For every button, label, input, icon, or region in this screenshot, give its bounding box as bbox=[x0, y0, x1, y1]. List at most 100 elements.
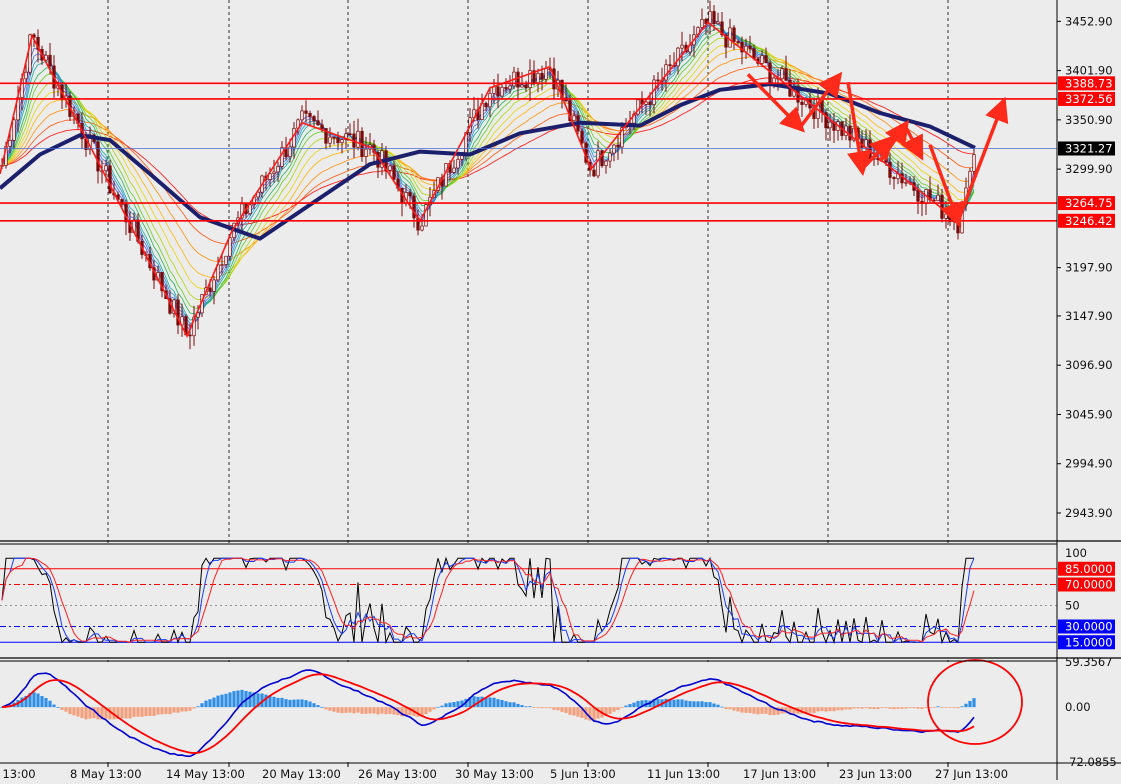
macd-histogram-bar bbox=[716, 704, 720, 708]
macd-histogram-bar bbox=[856, 707, 860, 709]
macd-histogram-bar bbox=[232, 691, 236, 708]
macd-histogram-bar bbox=[492, 697, 496, 708]
macd-histogram-bar bbox=[140, 707, 144, 717]
macd-histogram-bar bbox=[164, 707, 168, 715]
macd-histogram-bar bbox=[724, 707, 728, 710]
level-label: 3246.42 bbox=[1065, 214, 1113, 228]
macd-histogram-bar bbox=[40, 696, 44, 708]
macd-histogram-bar bbox=[172, 707, 176, 713]
macd-histogram-bar bbox=[480, 696, 484, 708]
level-label: 3264.75 bbox=[1065, 196, 1113, 210]
candle-body bbox=[888, 161, 892, 178]
candle-body bbox=[848, 125, 852, 141]
chart-svg[interactable]: 3452.903401.903350.903299.903197.903147.… bbox=[0, 0, 1121, 781]
macd-histogram-bar bbox=[212, 697, 216, 708]
macd-histogram-bar bbox=[504, 701, 508, 708]
candle-body bbox=[340, 139, 344, 144]
macd-histogram-bar bbox=[156, 707, 160, 715]
macd-histogram-bar bbox=[808, 707, 812, 713]
candle-body bbox=[108, 165, 112, 194]
macd-histogram-bar bbox=[344, 707, 348, 713]
macd-histogram-bar bbox=[360, 707, 364, 714]
macd-histogram-bar bbox=[80, 707, 84, 719]
macd-histogram-bar bbox=[940, 707, 944, 708]
macd-histogram-bar bbox=[364, 707, 368, 714]
macd-histogram-bar bbox=[756, 707, 760, 715]
macd-histogram-bar bbox=[568, 707, 572, 715]
macd-histogram-bar bbox=[36, 693, 40, 708]
macd-histogram-bar bbox=[184, 707, 188, 712]
macd-histogram-bar bbox=[52, 704, 56, 708]
candle-body bbox=[48, 54, 52, 67]
time-tick-label: 27 Jun 13:00 bbox=[935, 767, 1008, 780]
macd-histogram-bar bbox=[228, 692, 232, 708]
macd-histogram-bar bbox=[124, 707, 128, 719]
stoch-tick-label: 50 bbox=[1065, 599, 1080, 613]
time-tick-label: 17 Jun 13:00 bbox=[743, 767, 816, 780]
candle-body bbox=[648, 101, 652, 105]
macd-histogram-bar bbox=[272, 696, 276, 708]
macd-histogram-bar bbox=[328, 707, 332, 711]
level-label: 3321.27 bbox=[1065, 141, 1113, 155]
candle-body bbox=[732, 27, 736, 42]
candle-body bbox=[972, 154, 976, 172]
trading-chart[interactable]: 3452.90 3401.90 3350.90 3299.90 3197.90 3147.… bbox=[0, 0, 1121, 781]
candle-body bbox=[764, 55, 768, 64]
macd-histogram-bar bbox=[860, 707, 864, 709]
macd-histogram-bar bbox=[828, 707, 832, 712]
macd-histogram-bar bbox=[220, 694, 224, 708]
candle-body bbox=[308, 113, 312, 117]
macd-histogram-bar bbox=[288, 699, 292, 708]
candle-body bbox=[348, 133, 352, 136]
candle-body bbox=[228, 237, 232, 257]
macd-panel bbox=[0, 659, 1057, 762]
candle-body bbox=[220, 264, 224, 266]
macd-histogram-bar bbox=[744, 707, 748, 713]
macd-histogram-bar bbox=[616, 707, 620, 711]
macd-histogram-bar bbox=[700, 701, 704, 708]
macd-histogram-bar bbox=[264, 694, 268, 708]
macd-histogram-bar bbox=[280, 697, 284, 708]
candle-body bbox=[320, 124, 324, 129]
macd-histogram-bar bbox=[136, 707, 140, 717]
macd-histogram-bar bbox=[572, 707, 576, 716]
candle-body bbox=[420, 225, 424, 231]
candle-body bbox=[612, 144, 616, 154]
price-tick-label: 3045.90 bbox=[1065, 407, 1113, 421]
macd-histogram-bar bbox=[564, 707, 568, 713]
macd-tick-label: 0.00 bbox=[1065, 700, 1091, 714]
macd-histogram-bar bbox=[696, 701, 700, 708]
candle-body bbox=[452, 167, 456, 173]
candle-body bbox=[748, 45, 752, 49]
macd-histogram-bar bbox=[216, 695, 220, 708]
candle-body bbox=[96, 141, 100, 172]
candle-body bbox=[540, 72, 544, 80]
time-tick-label: y 13:00 bbox=[0, 767, 36, 780]
candle-body bbox=[536, 72, 540, 84]
macd-histogram-bar bbox=[736, 707, 740, 712]
candle-body bbox=[408, 192, 412, 197]
macd-histogram-bar bbox=[952, 707, 956, 708]
candle-body bbox=[680, 44, 684, 49]
macd-histogram-bar bbox=[628, 704, 632, 708]
price-tick-label: 3299.90 bbox=[1065, 162, 1113, 176]
candle-body bbox=[676, 47, 680, 67]
macd-histogram-bar bbox=[448, 702, 452, 708]
price-tick-label: 3197.90 bbox=[1065, 261, 1113, 275]
macd-histogram-bar bbox=[144, 707, 148, 717]
macd-histogram-bar bbox=[340, 707, 344, 714]
candle-body bbox=[332, 136, 336, 139]
macd-histogram-bar bbox=[872, 707, 876, 710]
price-tick-label: 2994.90 bbox=[1065, 457, 1113, 471]
macd-histogram-bar bbox=[248, 691, 252, 708]
macd-histogram-bar bbox=[672, 699, 676, 708]
macd-histogram-bar bbox=[692, 701, 696, 708]
macd-histogram-bar bbox=[444, 703, 448, 708]
stochastic-panel bbox=[0, 545, 1057, 658]
macd-histogram-bar bbox=[760, 707, 764, 714]
candle-body bbox=[916, 190, 920, 202]
candle-body bbox=[708, 11, 712, 24]
macd-histogram-bar bbox=[536, 707, 540, 708]
candle-body bbox=[780, 68, 784, 80]
macd-histogram-bar bbox=[152, 707, 156, 716]
